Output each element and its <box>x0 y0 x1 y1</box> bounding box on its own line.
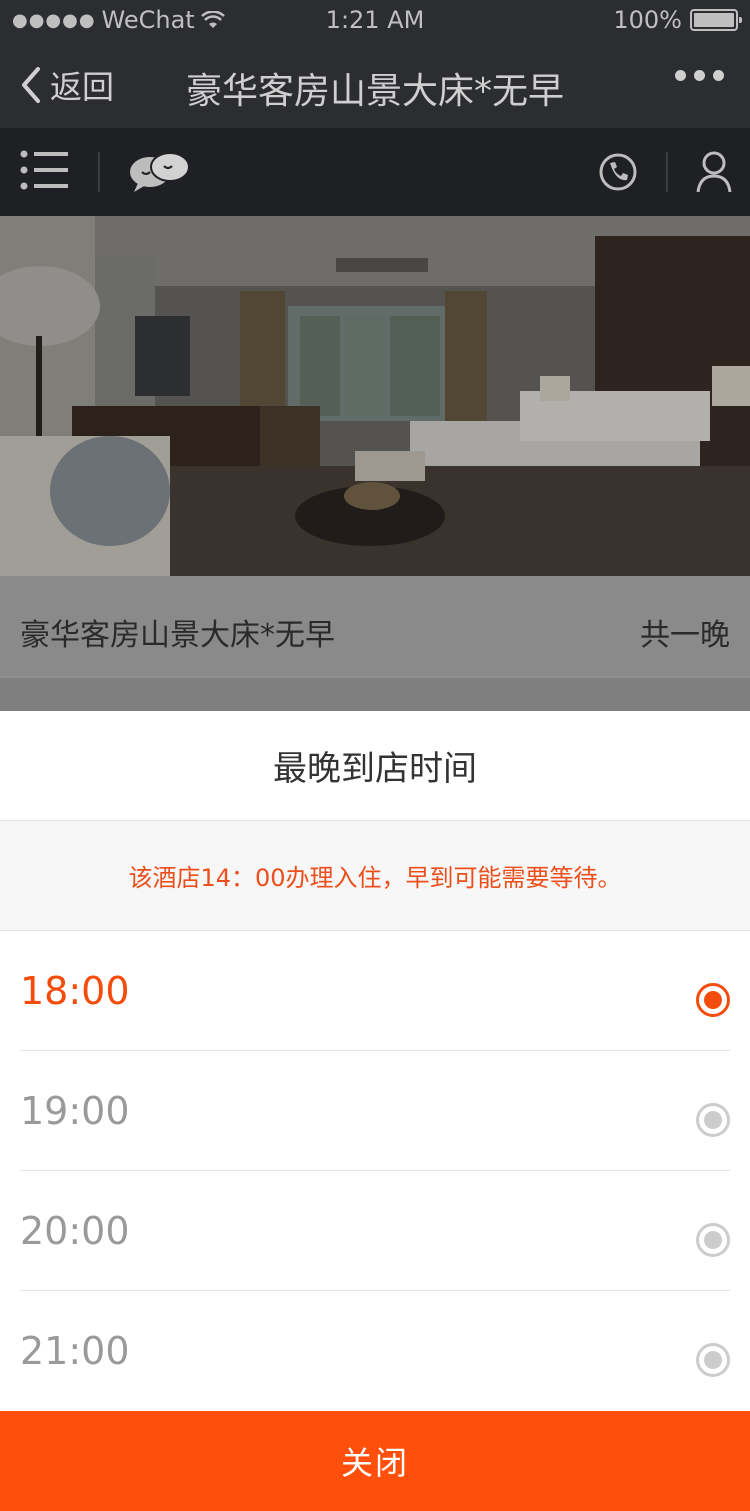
room-name: 豪华客房山景大床*无早 <box>20 618 335 653</box>
time-label: 21:00 <box>20 1329 130 1373</box>
page-title: 豪华客房山景大床*无早 <box>185 71 564 112</box>
more-dot-icon <box>675 70 686 81</box>
time-options: 18:00 19:00 20:00 21:00 <box>0 931 750 1411</box>
time-option-2000[interactable]: 20:00 <box>20 1171 730 1291</box>
toolbar <box>0 128 750 216</box>
phone-icon <box>599 153 637 191</box>
sheet-title: 最晚到店时间 <box>0 711 750 821</box>
radio-icon[interactable] <box>696 1343 730 1377</box>
radio-icon[interactable] <box>696 1223 730 1257</box>
time-label: 19:00 <box>20 1089 130 1133</box>
arrival-time-sheet: 最晚到店时间 该酒店14：00办理入住，早到可能需要等待。 18:00 19:0… <box>0 711 750 1511</box>
radio-icon[interactable] <box>696 1103 730 1137</box>
toolbar-divider <box>98 152 100 192</box>
more-dot-icon <box>713 70 724 81</box>
close-button[interactable]: 关闭 <box>0 1411 750 1511</box>
room-info-row: 豪华客房山景大床*无早 共一晚 <box>0 576 750 676</box>
time-option-2100[interactable]: 21:00 <box>20 1291 730 1411</box>
list-menu-button[interactable] <box>20 148 70 196</box>
radio-selected-icon[interactable] <box>696 983 730 1017</box>
battery-percent: 100% <box>613 6 682 34</box>
time-option-1800[interactable]: 18:00 <box>20 931 730 1051</box>
chat-bubbles-icon <box>130 152 190 192</box>
time-label: 18:00 <box>20 969 130 1013</box>
status-right: 100% <box>613 6 742 34</box>
time-label: 20:00 <box>20 1209 130 1253</box>
checkin-notice: 该酒店14：00办理入住，早到可能需要等待。 <box>0 821 750 931</box>
more-dot-icon <box>694 70 705 81</box>
time-option-1900[interactable]: 19:00 <box>20 1051 730 1171</box>
nav-bar: 返回 豪华客房山景大床*无早 <box>0 40 750 128</box>
room-photo <box>0 216 750 576</box>
phone-button[interactable] <box>598 152 638 196</box>
list-icon <box>20 150 68 190</box>
battery-icon <box>690 9 742 31</box>
chat-button[interactable] <box>128 150 192 198</box>
room-photo-illustration <box>0 216 750 576</box>
user-icon <box>696 151 732 193</box>
toolbar-divider <box>666 152 668 192</box>
status-bar: ●●●●● WeChat 1:21 AM 100% <box>0 0 750 40</box>
dimmed-row <box>0 676 750 711</box>
nights-label: 共一晚 <box>640 618 730 653</box>
more-menu-button[interactable] <box>675 70 724 81</box>
profile-button[interactable] <box>696 150 732 198</box>
